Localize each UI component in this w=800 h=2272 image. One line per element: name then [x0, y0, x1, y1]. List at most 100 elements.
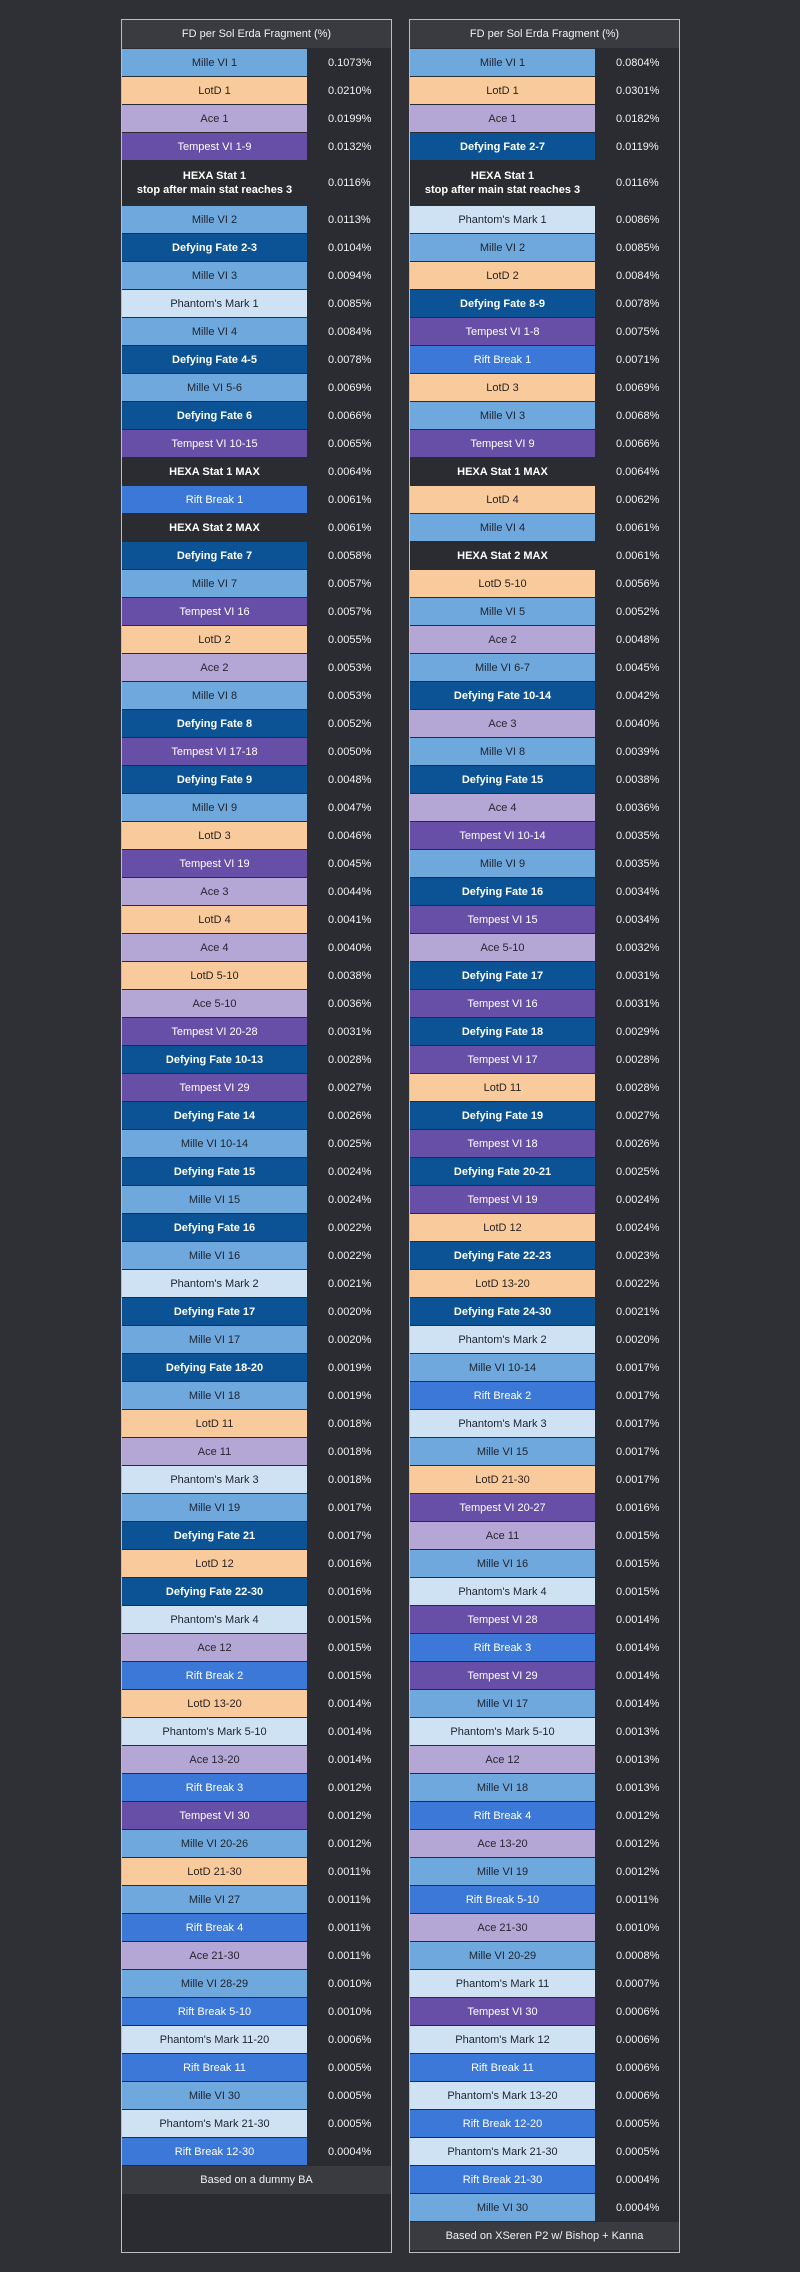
table-row: HEXA Stat 1 MAX 0.0064%: [122, 458, 391, 486]
fd-value-cell: 0.0005%: [307, 2082, 391, 2109]
fd-value-cell: 0.0012%: [595, 1830, 679, 1857]
fd-value-cell: 0.0021%: [307, 1270, 391, 1297]
skill-name-cell: LotD 13-20: [410, 1270, 595, 1297]
skill-name-cell: Ace 1: [410, 105, 595, 132]
skill-name-cell: Tempest VI 17-18: [122, 738, 307, 765]
table-row: Mille VI 30 0.0004%: [410, 2194, 679, 2222]
fd-value-cell: 0.0086%: [595, 206, 679, 233]
skill-name-cell: Phantom's Mark 12: [410, 2026, 595, 2053]
table-row: Ace 5-10 0.0032%: [410, 934, 679, 962]
table-row: Tempest VI 19 0.0024%: [410, 1186, 679, 1214]
table-row: Rift Break 12-30 0.0004%: [122, 2138, 391, 2166]
table-row: Tempest VI 20-27 0.0016%: [410, 1494, 679, 1522]
fd-value-cell: 0.0014%: [595, 1606, 679, 1633]
fd-value-cell: 0.0052%: [307, 710, 391, 737]
table-row: Rift Break 21-30 0.0004%: [410, 2166, 679, 2194]
fd-value-cell: 0.0027%: [595, 1102, 679, 1129]
fd-value-cell: 0.0804%: [595, 49, 679, 76]
skill-name-cell: Mille VI 10-14: [122, 1130, 307, 1157]
skill-name-cell: Tempest VI 1-9: [122, 133, 307, 160]
fd-value-cell: 0.0066%: [307, 402, 391, 429]
skill-name-cell: Defying Fate 8: [122, 710, 307, 737]
skill-name-cell: Phantom's Mark 1: [410, 206, 595, 233]
fd-value-cell: 0.0058%: [307, 542, 391, 569]
fd-value-cell: 0.0199%: [307, 105, 391, 132]
skill-name-cell: HEXA Stat 2 MAX: [122, 514, 307, 541]
fd-value-cell: 0.0007%: [595, 1970, 679, 1997]
skill-name-cell: Phantom's Mark 2: [122, 1270, 307, 1297]
table-row: Defying Fate 22-23 0.0023%: [410, 1242, 679, 1270]
table-row: HEXA Stat 1 MAX 0.0064%: [410, 458, 679, 486]
fd-value-cell: 0.0022%: [307, 1242, 391, 1269]
table-row: Defying Fate 19 0.0027%: [410, 1102, 679, 1130]
skill-name-cell: Ace 21-30: [122, 1942, 307, 1969]
fd-value-cell: 0.0065%: [307, 430, 391, 457]
fd-value-cell: 0.0015%: [595, 1522, 679, 1549]
skill-name-cell: Rift Break 3: [410, 1634, 595, 1661]
table-row: LotD 4 0.0062%: [410, 486, 679, 514]
skill-name-cell: Mille VI 8: [122, 682, 307, 709]
fd-value-cell: 0.0012%: [307, 1830, 391, 1857]
fd-value-cell: 0.0012%: [307, 1774, 391, 1801]
skill-name-cell: Defying Fate 16: [122, 1214, 307, 1241]
skill-name-cell: Mille VI 4: [122, 318, 307, 345]
fd-value-cell: 0.0036%: [307, 990, 391, 1017]
fd-value-cell: 0.0119%: [595, 133, 679, 160]
skill-name-cell: Rift Break 4: [410, 1802, 595, 1829]
fd-value-cell: 0.0010%: [307, 1998, 391, 2025]
skill-name-cell: Mille VI 4: [410, 514, 595, 541]
fd-value-cell: 0.0132%: [307, 133, 391, 160]
fd-value-cell: 0.0013%: [595, 1746, 679, 1773]
table-row: Rift Break 1 0.0071%: [410, 346, 679, 374]
fd-value-cell: 0.0026%: [307, 1102, 391, 1129]
fd-value-cell: 0.0004%: [307, 2138, 391, 2165]
fd-value-cell: 0.0024%: [307, 1158, 391, 1185]
fd-value-cell: 0.1073%: [307, 49, 391, 76]
fd-value-cell: 0.0113%: [307, 206, 391, 233]
table-row: Mille VI 5-6 0.0069%: [122, 374, 391, 402]
fd-value-cell: 0.0013%: [595, 1718, 679, 1745]
table-row: LotD 21-30 0.0017%: [410, 1466, 679, 1494]
fd-value-cell: 0.0008%: [595, 1942, 679, 1969]
table-row: Phantom's Mark 3 0.0017%: [410, 1410, 679, 1438]
fd-value-cell: 0.0006%: [595, 1998, 679, 2025]
table-row: Mille VI 7 0.0057%: [122, 570, 391, 598]
fd-value-cell: 0.0014%: [595, 1662, 679, 1689]
skill-name-cell: Mille VI 9: [122, 794, 307, 821]
skill-name-cell: LotD 3: [410, 374, 595, 401]
skill-name-cell: Tempest VI 18: [410, 1130, 595, 1157]
fd-value-cell: 0.0040%: [595, 710, 679, 737]
table-row: Phantom's Mark 1 0.0085%: [122, 290, 391, 318]
fd-value-cell: 0.0010%: [307, 1970, 391, 1997]
skill-name-cell: Rift Break 2: [410, 1382, 595, 1409]
table-row: Defying Fate 17 0.0020%: [122, 1298, 391, 1326]
fd-value-cell: 0.0045%: [307, 850, 391, 877]
table-row: Tempest VI 1-9 0.0132%: [122, 133, 391, 161]
fd-value-cell: 0.0031%: [595, 962, 679, 989]
table-row: Phantom's Mark 5-10 0.0014%: [122, 1718, 391, 1746]
fd-value-cell: 0.0005%: [595, 2110, 679, 2137]
table-row: Defying Fate 8-9 0.0078%: [410, 290, 679, 318]
skill-name-cell: Tempest VI 9: [410, 430, 595, 457]
skill-name-cell: Ace 4: [122, 934, 307, 961]
fd-value-cell: 0.0301%: [595, 77, 679, 104]
skill-name-cell: Mille VI 2: [122, 206, 307, 233]
skill-name-cell: Mille VI 3: [410, 402, 595, 429]
skill-name-cell: Defying Fate 2-3: [122, 234, 307, 261]
fd-value-cell: 0.0018%: [307, 1410, 391, 1437]
skill-name-cell: Defying Fate 2-7: [410, 133, 595, 160]
skill-name-cell: Phantom's Mark 4: [410, 1578, 595, 1605]
skill-name-cell: Defying Fate 4-5: [122, 346, 307, 373]
fd-value-cell: 0.0024%: [595, 1186, 679, 1213]
fd-value-cell: 0.0028%: [595, 1046, 679, 1073]
skill-name-cell: Defying Fate 19: [410, 1102, 595, 1129]
skill-name-cell: LotD 5-10: [410, 570, 595, 597]
table-row: Ace 13-20 0.0012%: [410, 1830, 679, 1858]
table-header: FD per Sol Erda Fragment (%): [410, 20, 679, 49]
fd-value-cell: 0.0017%: [595, 1410, 679, 1437]
skill-name-cell: Ace 12: [410, 1746, 595, 1773]
table-row: Rift Break 1 0.0061%: [122, 486, 391, 514]
table-row: Defying Fate 15 0.0024%: [122, 1158, 391, 1186]
skill-name-cell: Mille VI 7: [122, 570, 307, 597]
table-row: LotD 12 0.0024%: [410, 1214, 679, 1242]
